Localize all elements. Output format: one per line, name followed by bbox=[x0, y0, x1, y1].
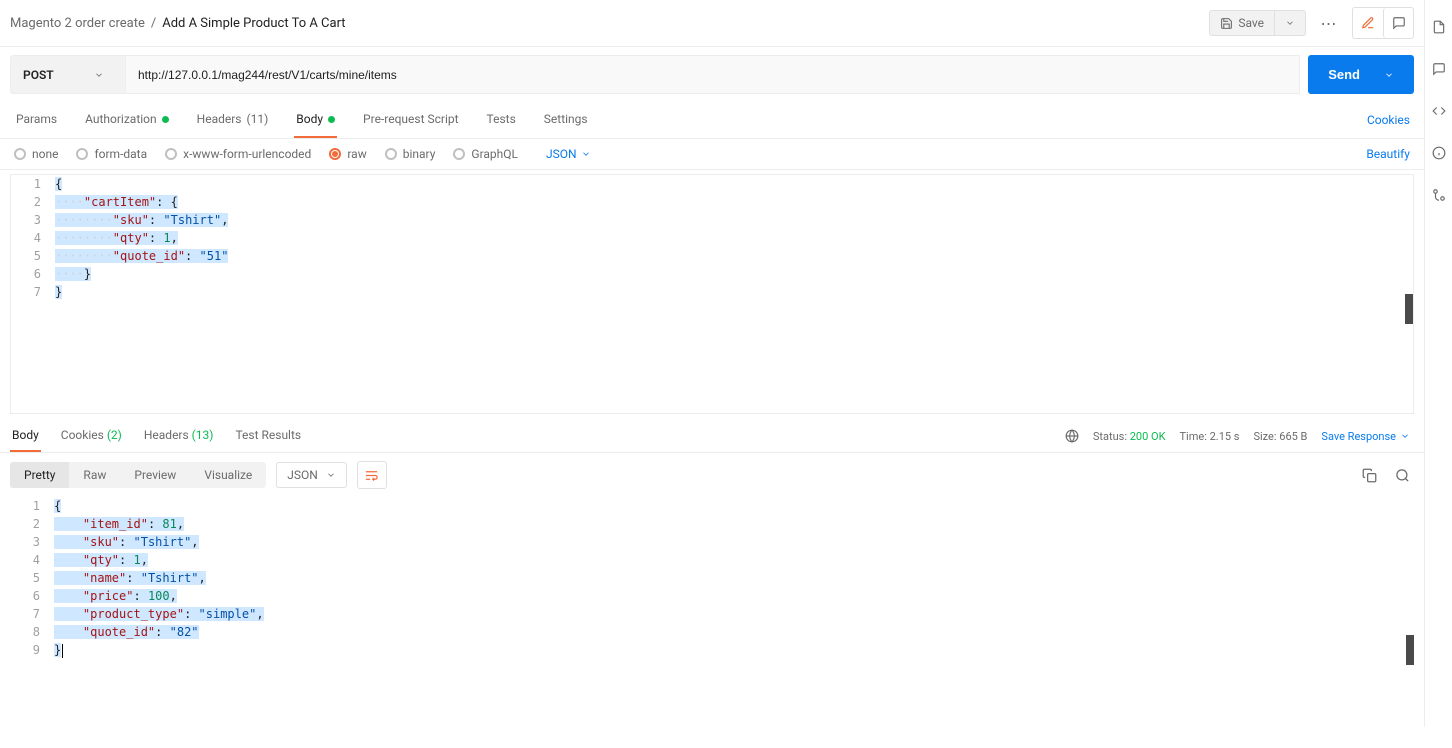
tab-body[interactable]: Body bbox=[294, 102, 337, 138]
more-options-button[interactable]: ⋯ bbox=[1314, 8, 1344, 38]
save-button[interactable]: Save bbox=[1210, 11, 1274, 35]
request-body-editor[interactable]: 1{2····"cartItem": {3········"sku": "Tsh… bbox=[10, 174, 1414, 414]
view-visualize[interactable]: Visualize bbox=[190, 462, 266, 488]
request-url-row: POST Send bbox=[0, 47, 1424, 102]
related-icon[interactable] bbox=[1432, 188, 1446, 202]
dot-icon bbox=[328, 116, 335, 123]
response-body-viewer[interactable]: 1{2 "item_id": 81,3 "sku": "Tshirt",4 "q… bbox=[10, 497, 1414, 727]
radio-graphql[interactable]: GraphQL bbox=[453, 147, 518, 161]
http-method-value: POST bbox=[23, 68, 54, 82]
save-button-group: Save bbox=[1209, 10, 1306, 36]
radio-formdata[interactable]: form-data bbox=[76, 147, 147, 161]
docs-icon[interactable] bbox=[1432, 20, 1446, 34]
breadcrumb: Magento 2 order create / Add A Simple Pr… bbox=[10, 16, 346, 31]
raw-format-select[interactable]: JSON bbox=[546, 147, 591, 161]
top-right-controls: Save ⋯ bbox=[1209, 7, 1414, 39]
view-mode-group: Pretty Raw Preview Visualize bbox=[10, 462, 266, 488]
radio-raw[interactable]: raw bbox=[329, 147, 366, 161]
top-bar: Magento 2 order create / Add A Simple Pr… bbox=[0, 0, 1424, 47]
response-meta: Status: 200 OK Time: 2.15 s Size: 665 B … bbox=[1065, 429, 1410, 443]
request-url-input[interactable] bbox=[125, 55, 1300, 94]
cookies-link[interactable]: Cookies bbox=[1367, 113, 1410, 127]
radio-urlencoded[interactable]: x-www-form-urlencoded bbox=[165, 147, 311, 161]
more-icon: ⋯ bbox=[1321, 14, 1338, 33]
comments-rail-icon[interactable] bbox=[1432, 62, 1446, 76]
response-tabs: Body Cookies (2) Headers (13) Test Resul… bbox=[10, 420, 303, 452]
resp-tab-headers[interactable]: Headers (13) bbox=[142, 420, 216, 452]
resp-tab-cookies[interactable]: Cookies (2) bbox=[59, 420, 124, 452]
right-sidebar bbox=[1424, 0, 1452, 727]
comments-button[interactable] bbox=[1383, 8, 1413, 38]
tab-params[interactable]: Params bbox=[14, 102, 59, 138]
response-tabs-row: Body Cookies (2) Headers (13) Test Resul… bbox=[0, 420, 1424, 453]
save-label: Save bbox=[1238, 16, 1264, 30]
body-type-row: none form-data x-www-form-urlencoded raw… bbox=[0, 139, 1424, 170]
beautify-link[interactable]: Beautify bbox=[1366, 147, 1410, 161]
save-icon bbox=[1220, 17, 1233, 30]
tab-authorization[interactable]: Authorization bbox=[83, 102, 171, 138]
send-button[interactable]: Send bbox=[1308, 55, 1414, 94]
save-dropdown[interactable] bbox=[1274, 11, 1305, 35]
request-tabs-row: Params Authorization Headers (11) Body P… bbox=[0, 102, 1424, 139]
resp-tab-tests[interactable]: Test Results bbox=[233, 420, 303, 452]
size-text: Size: 665 B bbox=[1253, 430, 1307, 443]
breadcrumb-sep: / bbox=[151, 16, 156, 31]
tab-headers[interactable]: Headers (11) bbox=[195, 102, 271, 138]
code-icon[interactable] bbox=[1432, 104, 1446, 118]
response-toolbar: Pretty Raw Preview Visualize JSON bbox=[0, 453, 1424, 497]
view-pretty[interactable]: Pretty bbox=[10, 462, 69, 488]
tab-prerequest[interactable]: Pre-request Script bbox=[361, 102, 460, 138]
body-type-radios: none form-data x-www-form-urlencoded raw… bbox=[14, 147, 591, 161]
request-tabs: Params Authorization Headers (11) Body P… bbox=[14, 102, 590, 138]
resize-handle[interactable] bbox=[1405, 294, 1413, 324]
response-toolbar-left: Pretty Raw Preview Visualize JSON bbox=[10, 461, 387, 489]
globe-icon[interactable] bbox=[1065, 429, 1079, 443]
tab-tests[interactable]: Tests bbox=[485, 102, 518, 138]
time-text: Time: 2.15 s bbox=[1179, 430, 1239, 443]
edit-docs-button[interactable] bbox=[1353, 8, 1383, 38]
tab-settings[interactable]: Settings bbox=[542, 102, 590, 138]
response-toolbar-right bbox=[1362, 468, 1410, 483]
send-label: Send bbox=[1328, 67, 1360, 82]
view-raw[interactable]: Raw bbox=[69, 462, 120, 488]
copy-button[interactable] bbox=[1362, 468, 1377, 483]
resp-tab-body[interactable]: Body bbox=[10, 420, 41, 452]
dot-icon bbox=[162, 116, 169, 123]
wrap-lines-button[interactable] bbox=[357, 461, 387, 489]
response-format-select[interactable]: JSON bbox=[276, 462, 347, 488]
radio-none[interactable]: none bbox=[14, 147, 58, 161]
status-text: Status: 200 OK bbox=[1093, 430, 1166, 443]
resize-handle[interactable] bbox=[1406, 635, 1414, 665]
radio-binary[interactable]: binary bbox=[385, 147, 436, 161]
breadcrumb-current: Add A Simple Product To A Cart bbox=[162, 16, 345, 31]
search-button[interactable] bbox=[1395, 468, 1410, 483]
doc-actions bbox=[1352, 7, 1414, 39]
info-icon[interactable] bbox=[1432, 146, 1446, 160]
view-preview[interactable]: Preview bbox=[120, 462, 190, 488]
save-response-button[interactable]: Save Response bbox=[1321, 430, 1410, 443]
breadcrumb-parent[interactable]: Magento 2 order create bbox=[10, 16, 145, 31]
http-method-select[interactable]: POST bbox=[10, 55, 125, 94]
